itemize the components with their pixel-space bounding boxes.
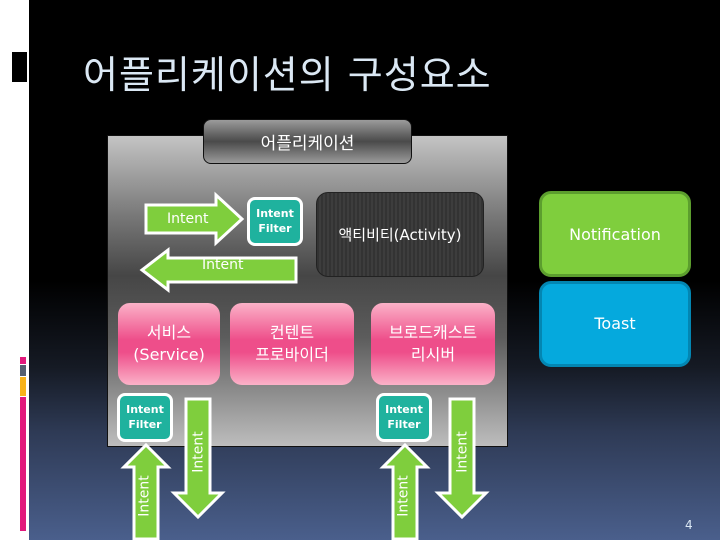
intent-arrow-up-broadcast-label: Intent (395, 475, 412, 517)
intent-arrow-left-label: Intent (202, 257, 244, 273)
accent-stripe-pink-long (20, 397, 26, 531)
intent-filter-line2: Filter (258, 221, 292, 235)
content-provider-line2: 프로바이더 (255, 345, 329, 364)
intent-filter-line1: Intent (256, 207, 294, 221)
broadcast-receiver-line2: 리시버 (410, 345, 456, 364)
title-accent-bar (12, 52, 27, 82)
broadcast-receiver-line1: 브로드캐스트 (388, 323, 478, 343)
page-number: 4 (685, 518, 693, 532)
toast-box: Toast (539, 281, 691, 367)
intent-arrow-up-service-label: Intent (136, 475, 153, 517)
intent-arrow-down-broadcast-label: Intent (454, 431, 471, 473)
service-box: 서비스 (Service) (118, 303, 220, 385)
broadcast-receiver-box: 브로드캐스트 리시버 (371, 303, 495, 385)
content-provider-line1: 컨텐트 (269, 323, 315, 343)
intent-arrow-down-service-label: Intent (190, 431, 207, 473)
intent-filter-activity: Intent Filter (247, 197, 303, 246)
notification-box: Notification (539, 191, 691, 277)
activity-box: 액티비티(Activity) (316, 192, 484, 277)
service-label-en: (Service) (133, 345, 205, 364)
content-provider-box: 컨텐트 프로바이더 (230, 303, 354, 385)
slide-title: 어플리케이션의 구성요소 (83, 53, 492, 97)
accent-stripe-pink-small (20, 357, 26, 364)
intent-filter-broadcast: Intent Filter (376, 393, 432, 442)
intent-filter-line2: Filter (387, 417, 421, 431)
service-label-ko: 서비스 (146, 323, 192, 343)
intent-arrow-right-label: Intent (167, 211, 209, 227)
intent-filter-line1: Intent (126, 403, 164, 417)
accent-stripe-orange (20, 377, 26, 396)
application-label: 어플리케이션 (203, 119, 412, 164)
accent-stripe-gray (20, 365, 26, 376)
intent-filter-line1: Intent (385, 403, 423, 417)
intent-filter-line2: Filter (128, 417, 162, 431)
intent-filter-service: Intent Filter (117, 393, 173, 442)
toast-label: Toast (594, 314, 636, 333)
